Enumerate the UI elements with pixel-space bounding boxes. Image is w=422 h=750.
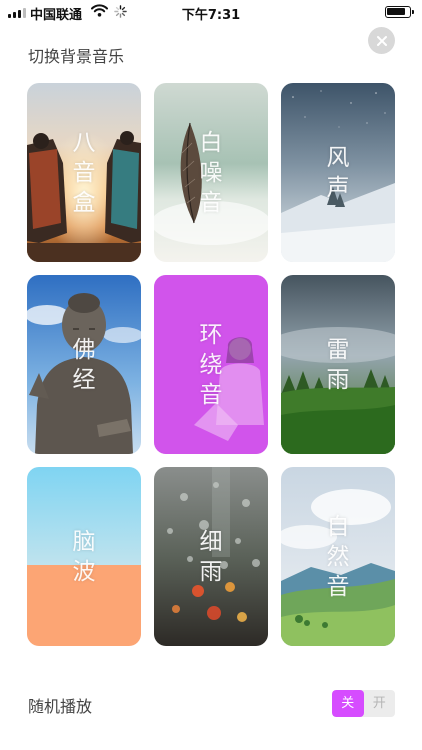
shuffle-label: 随机播放: [28, 697, 93, 716]
status-bar: 中国联通 下午7:31: [0, 0, 422, 24]
tile-label: 白噪音: [199, 129, 223, 216]
sheet-title: 切换背景音乐: [28, 47, 125, 66]
tile-label: 脑波: [72, 528, 96, 585]
close-button[interactable]: [368, 27, 395, 54]
music-tile-wind[interactable]: 风声: [281, 83, 395, 262]
toggle-off-option[interactable]: 关: [332, 690, 364, 717]
music-tile-sutra[interactable]: 佛经: [27, 275, 141, 454]
shuffle-toggle[interactable]: 关 开: [332, 690, 395, 717]
music-tile-grid: 八音盒 白噪音 风声 佛经 环绕音 雷雨 脑波 细雨 自然音: [27, 83, 395, 646]
tile-label: 八音盒: [72, 129, 96, 216]
tile-label: 佛经: [72, 336, 96, 393]
music-tile-drizzle[interactable]: 细雨: [154, 467, 268, 646]
music-tile-surround[interactable]: 环绕音: [154, 275, 268, 454]
music-tile-thunderstorm[interactable]: 雷雨: [281, 275, 395, 454]
music-tile-brainwave[interactable]: 脑波: [27, 467, 141, 646]
tile-label: 雷雨: [326, 336, 350, 393]
music-tile-white-noise[interactable]: 白噪音: [154, 83, 268, 262]
tile-label: 自然音: [326, 513, 350, 600]
tile-label: 风声: [326, 144, 350, 201]
music-tile-music-box[interactable]: 八音盒: [27, 83, 141, 262]
music-tile-nature[interactable]: 自然音: [281, 467, 395, 646]
tile-label: 环绕音: [199, 321, 223, 408]
tile-label: 细雨: [199, 528, 223, 585]
toggle-on-option[interactable]: 开: [364, 690, 396, 717]
close-icon: [376, 35, 387, 46]
status-time: 下午7:31: [181, 8, 241, 23]
battery-icon: [385, 6, 414, 18]
